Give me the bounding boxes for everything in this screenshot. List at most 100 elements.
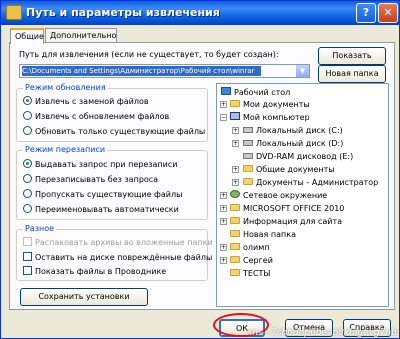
update-option-update[interactable]: Извлечь с обновлением файлов <box>23 111 169 122</box>
path-combobox[interactable]: C:\Documents and Settings\Администратор\… <box>19 64 310 78</box>
tree-item-label: MICROSOFT OFFICE 2010 <box>243 204 345 213</box>
collapse-icon[interactable]: − <box>220 114 227 121</box>
checkbox-icon[interactable] <box>23 266 32 275</box>
tree-item-label: Рабочий стол <box>234 88 291 97</box>
drive-icon <box>243 127 253 133</box>
radio-icon[interactable] <box>23 111 32 120</box>
update-option-replace[interactable]: Извлечь с заменой файлов <box>23 96 149 107</box>
tree-item-sergey[interactable]: Сергей <box>230 255 273 266</box>
option-label: Оставить на диске повреждённые файлы <box>35 253 213 262</box>
checkbox-icon[interactable] <box>23 252 32 261</box>
tree-item-drive-d[interactable]: Локальный диск (D:) <box>243 138 343 149</box>
overwrite-option-skip[interactable]: Пропускать существующие файлы <box>23 189 182 200</box>
folder-icon <box>230 243 240 250</box>
extraction-dialog: Путь и параметры извлечения ? ✕ Общие До… <box>0 0 400 339</box>
option-label: Показать файлы в Проводнике <box>35 267 167 276</box>
title-bar[interactable]: Путь и параметры извлечения ? ✕ <box>1 1 399 25</box>
folder-tree[interactable]: Рабочий стол + Мои документы − Мой компь… <box>216 83 389 307</box>
tree-item-label: олимп <box>243 243 270 252</box>
network-icon <box>230 190 240 198</box>
tree-item-label: Новая папка <box>243 230 296 239</box>
expand-icon[interactable]: + <box>232 127 239 134</box>
misc-option-keep-broken[interactable]: Оставить на диске повреждённые файлы <box>23 252 212 263</box>
folder-icon <box>243 165 253 172</box>
option-label: Выдавать запрос при перезаписи <box>35 160 178 169</box>
expand-icon[interactable]: + <box>232 166 239 173</box>
tree-item-olimp[interactable]: олимп <box>230 242 269 253</box>
save-settings-button[interactable]: Сохранить установки <box>20 288 148 306</box>
tree-item-dvd-e[interactable]: DVD-RAM дисковод (E:) <box>243 151 353 162</box>
radio-icon[interactable] <box>23 189 32 198</box>
option-label: Извлечь с заменой файлов <box>35 97 149 106</box>
folder-icon <box>230 230 240 237</box>
expand-icon[interactable]: + <box>220 218 227 225</box>
option-label: Пропускать существующие файлы <box>35 190 183 199</box>
update-option-existing[interactable]: Обновить только существующие файлы <box>23 126 205 137</box>
tree-item-desktop[interactable]: Рабочий стол <box>221 87 290 98</box>
update-mode-title: Режим обновления <box>23 83 108 92</box>
winrar-icon <box>6 5 22 20</box>
tree-item-site-info[interactable]: Информация для сайта <box>230 216 342 227</box>
tree-item-office[interactable]: MICROSOFT OFFICE 2010 <box>230 203 344 214</box>
misc-option-nested[interactable]: Распаковать архивы во вложенные папки <box>23 237 213 248</box>
tree-item-label: Информация для сайта <box>243 217 343 226</box>
new-folder-button[interactable]: Новая папка <box>318 65 386 83</box>
tree-item-label: Мои документы <box>243 100 310 109</box>
window-title: Путь и параметры извлечения <box>26 6 220 19</box>
tree-item-label: Локальный диск (C:) <box>256 126 343 135</box>
tree-item-shared-docs[interactable]: Общие документы <box>243 164 335 175</box>
overwrite-option-ask[interactable]: Выдавать запрос при перезаписи <box>23 159 177 170</box>
tree-item-tests[interactable]: ТЕСТЫ <box>230 268 270 279</box>
radio-icon[interactable] <box>23 159 32 168</box>
folder-icon <box>230 256 240 263</box>
option-label: Переименовывать автоматически <box>35 205 179 214</box>
tree-item-label: Документы - Администратор <box>256 178 379 187</box>
path-label: Путь для извлечения (если не существует,… <box>19 50 279 59</box>
tree-item-my-documents[interactable]: Мои документы <box>230 99 310 110</box>
folder-icon <box>230 100 240 107</box>
expand-icon[interactable]: + <box>220 101 227 108</box>
chevron-down-icon[interactable]: ▼ <box>296 65 309 77</box>
radio-icon[interactable] <box>23 204 32 213</box>
tree-item-admin-docs[interactable]: Документы - Администратор <box>243 177 378 188</box>
expand-icon[interactable]: + <box>232 179 239 186</box>
tab-advanced[interactable]: Дополнительно <box>45 28 117 43</box>
tree-item-label: Общие документы <box>256 165 335 174</box>
radio-icon[interactable] <box>23 96 32 105</box>
path-value: C:\Documents and Settings\Администратор\… <box>22 66 261 76</box>
overwrite-option-rename[interactable]: Переименовывать автоматически <box>23 204 179 215</box>
general-panel: Путь для извлечения (если не существует,… <box>9 42 395 310</box>
option-label: Перезаписывать без запроса <box>35 175 159 184</box>
tree-item-my-computer[interactable]: Мой компьютер <box>230 112 310 123</box>
tree-item-label: Локальный диск (D:) <box>256 139 344 148</box>
folder-icon <box>243 178 253 185</box>
tree-item-drive-c[interactable]: Локальный диск (C:) <box>243 125 343 136</box>
checkbox-icon[interactable] <box>23 237 32 246</box>
radio-icon[interactable] <box>23 126 32 135</box>
radio-icon[interactable] <box>23 174 32 183</box>
update-mode-group: Режим обновления Извлечь с заменой файло… <box>16 83 208 142</box>
expand-icon[interactable]: + <box>220 192 227 199</box>
misc-option-show-explorer[interactable]: Показать файлы в Проводнике <box>23 266 166 277</box>
misc-group: Разное Распаковать архивы во вложенные п… <box>16 224 213 281</box>
misc-title: Разное <box>23 224 57 233</box>
tree-item-network[interactable]: Сетевое окружение <box>230 190 327 201</box>
tree-item-label: Мой компьютер <box>243 113 310 122</box>
expand-icon[interactable]: + <box>220 244 227 251</box>
tree-item-label: Сергей <box>243 256 273 265</box>
drive-icon <box>243 140 253 146</box>
watermark-text: xn----7sbbdhp6beap8kbigevg7nbn--p1 <box>247 328 399 338</box>
close-button[interactable]: ✕ <box>378 3 398 23</box>
tree-item-label: Сетевое окружение <box>243 191 328 200</box>
option-label: Распаковать архивы во вложенные папки <box>35 238 213 247</box>
overwrite-option-overwrite[interactable]: Перезаписывать без запроса <box>23 174 158 185</box>
expand-icon[interactable]: + <box>232 140 239 147</box>
tab-general[interactable]: Общие <box>10 28 44 44</box>
expand-icon[interactable]: + <box>220 257 227 264</box>
tree-item-new-folder[interactable]: Новая папка <box>230 229 296 240</box>
show-button[interactable]: Показать <box>318 47 386 65</box>
folder-icon <box>230 217 240 224</box>
expand-icon[interactable]: + <box>220 205 227 212</box>
overwrite-mode-title: Режим перезаписи <box>23 145 108 154</box>
help-title-button[interactable]: ? <box>356 3 376 23</box>
